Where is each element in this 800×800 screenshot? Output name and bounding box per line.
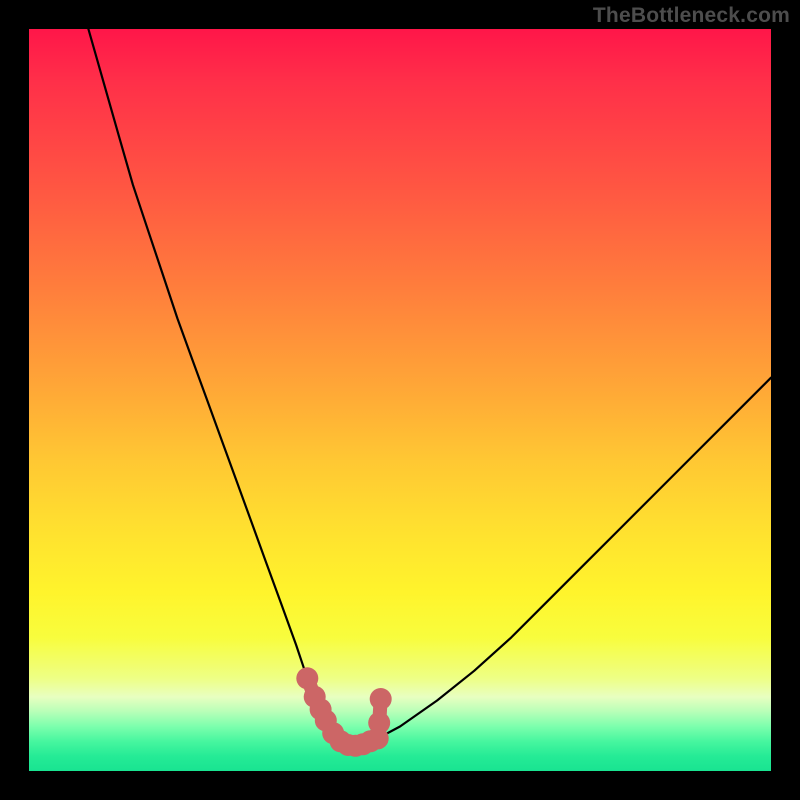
bottleneck-curve-svg	[29, 29, 771, 771]
chart-frame: TheBottleneck.com	[0, 0, 800, 800]
valley-dot	[368, 712, 390, 734]
bottleneck-curve	[88, 29, 771, 746]
valley-highlight-dots	[296, 667, 391, 757]
valley-dot	[370, 688, 392, 710]
attribution-text: TheBottleneck.com	[593, 4, 790, 28]
